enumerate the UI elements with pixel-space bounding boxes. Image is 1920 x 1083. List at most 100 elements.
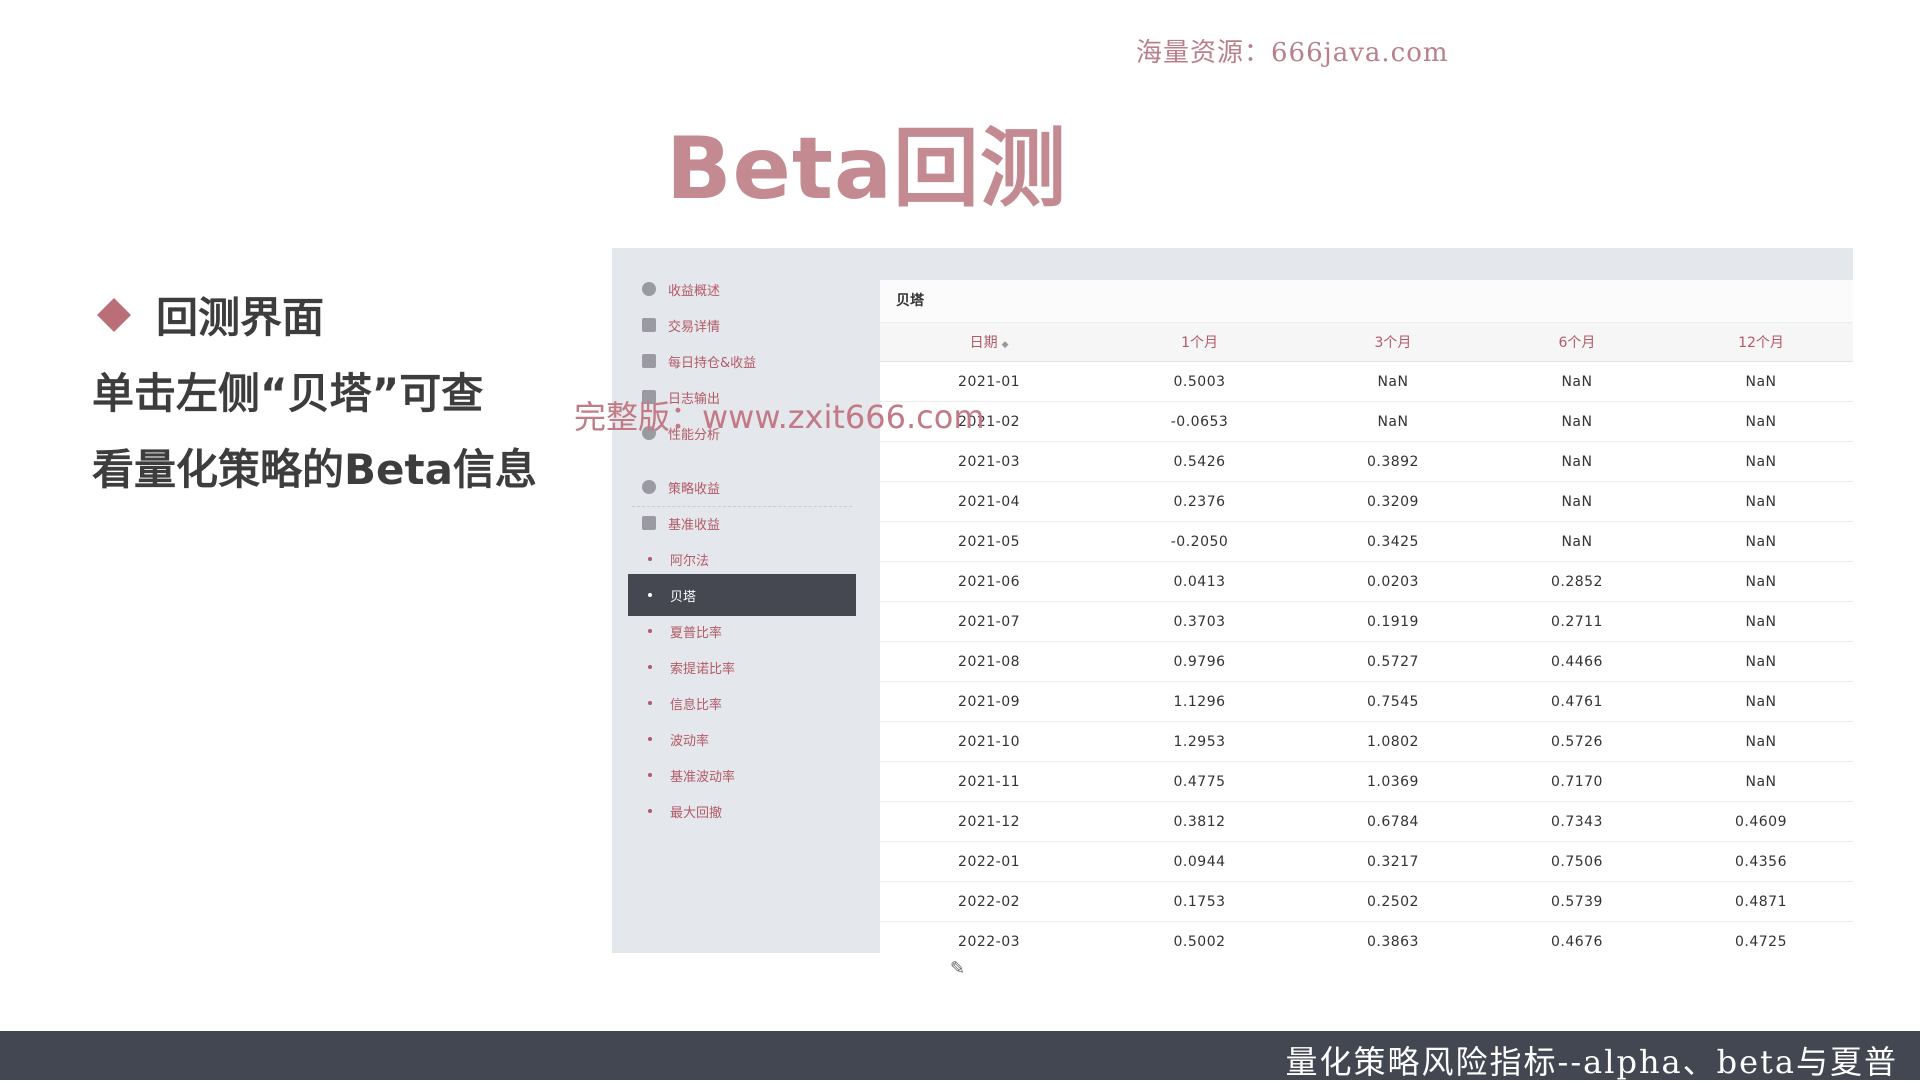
overlay-watermark: 完整版：www.zxit666.com bbox=[574, 398, 985, 436]
table-cell: NaN bbox=[1668, 761, 1853, 802]
table-cell: 0.3425 bbox=[1300, 521, 1485, 562]
bullet-icon bbox=[648, 701, 652, 705]
sidebar-item-label: 最大回撤 bbox=[670, 805, 723, 821]
diamond-bullet-icon bbox=[97, 297, 131, 332]
sidebar-item-label: 收益概述 bbox=[668, 283, 721, 299]
table-cell: 0.4871 bbox=[1668, 881, 1853, 922]
table-cell: 0.2376 bbox=[1098, 481, 1301, 522]
table-cell: 1.1296 bbox=[1098, 681, 1301, 722]
table-row: 2021-10 1.2953 1.0802 0.5726 NaN bbox=[880, 721, 1853, 762]
bullet-row: 回测界面 bbox=[96, 284, 324, 345]
table-cell: 0.5002 bbox=[1098, 921, 1301, 953]
table-row: 2021-11 0.4775 1.0369 0.7170 NaN bbox=[880, 761, 1853, 802]
pen-cursor-icon: ✎ bbox=[950, 958, 966, 979]
table-row: 2021-09 1.1296 0.7545 0.4761 NaN bbox=[880, 681, 1853, 722]
table-cell: 0.1753 bbox=[1098, 881, 1301, 922]
table-header-row: 日期 ◆ 1个月 3个月 6个月 12个月 bbox=[880, 323, 1853, 362]
table-cell: 1.2953 bbox=[1098, 721, 1301, 762]
bullet-icon bbox=[648, 557, 652, 561]
sidebar-item-label: 波动率 bbox=[670, 733, 710, 749]
table-cell: 2021-12 bbox=[880, 801, 1099, 842]
table-cell: 0.3209 bbox=[1300, 481, 1485, 522]
table-cell: 0.5726 bbox=[1484, 721, 1669, 762]
table-cell: NaN bbox=[1668, 561, 1853, 602]
sidebar-item[interactable]: 最大回撤 bbox=[628, 790, 856, 832]
table-cell: 0.5003 bbox=[1098, 361, 1301, 402]
table-cell: 2022-03 bbox=[880, 921, 1099, 953]
table-cell: 0.6784 bbox=[1300, 801, 1485, 842]
table-row: 2022-01 0.0944 0.3217 0.7506 0.4356 bbox=[880, 841, 1853, 882]
bar-chart-icon bbox=[642, 354, 656, 368]
table-cell: 0.2502 bbox=[1300, 881, 1485, 922]
table-cell: 0.4609 bbox=[1668, 801, 1853, 842]
table-cell: 2021-03 bbox=[880, 441, 1099, 482]
table-cell: 0.9796 bbox=[1098, 641, 1301, 682]
sidebar-item-label: 阿尔法 bbox=[670, 553, 710, 569]
table-cell: NaN bbox=[1484, 401, 1669, 442]
beta-table: 日期 ◆ 1个月 3个月 6个月 12个月 2021-01 0.5003 NaN NaN… bbox=[880, 323, 1853, 953]
column-header-6m: 6个月 bbox=[1484, 323, 1669, 362]
bullet-heading: 回测界面 bbox=[156, 293, 325, 342]
footer-bar: 量化策略风险指标--alpha、beta与夏普 bbox=[0, 1031, 1920, 1081]
sidebar-item-label: 贝塔 bbox=[670, 589, 697, 605]
table-cell: 0.3703 bbox=[1098, 601, 1301, 642]
table-cell: 0.4676 bbox=[1484, 921, 1669, 953]
table-cell: NaN bbox=[1300, 401, 1485, 442]
bullet-icon bbox=[648, 593, 652, 597]
description-line: 单击左侧“贝塔”可查 bbox=[92, 369, 484, 418]
top-watermark: 海量资源：666java.com bbox=[1136, 38, 1449, 68]
table-cell: 0.0944 bbox=[1098, 841, 1301, 882]
table-cell: NaN bbox=[1668, 721, 1853, 762]
column-header-3m: 3个月 bbox=[1300, 323, 1485, 362]
table-cell: 0.7545 bbox=[1300, 681, 1485, 722]
coins-icon bbox=[642, 282, 656, 296]
column-header-1m: 1个月 bbox=[1098, 323, 1301, 362]
sidebar-item-label: 每日持仓&收益 bbox=[668, 355, 757, 371]
table-cell: NaN bbox=[1668, 401, 1853, 442]
table-cell: 2021-05 bbox=[880, 521, 1099, 562]
table-cell: 0.4356 bbox=[1668, 841, 1853, 882]
table-cell: 1.0369 bbox=[1300, 761, 1485, 802]
table-cell: NaN bbox=[1668, 441, 1853, 482]
table-cell: 2021-08 bbox=[880, 641, 1099, 682]
slide-title: Beta回测 bbox=[666, 119, 1068, 219]
table-cell: 0.3863 bbox=[1300, 921, 1485, 953]
table-cell: 1.0802 bbox=[1300, 721, 1485, 762]
column-header-date[interactable]: 日期 ◆ bbox=[880, 323, 1099, 362]
table-cell: NaN bbox=[1668, 681, 1853, 722]
panel-title: 贝塔 bbox=[880, 280, 1853, 323]
table-cell: 0.2711 bbox=[1484, 601, 1669, 642]
sidebar-item-label: 信息比率 bbox=[670, 697, 723, 713]
table-cell: 0.0203 bbox=[1300, 561, 1485, 602]
table-cell: NaN bbox=[1668, 481, 1853, 522]
table-row: 2021-05 -0.2050 0.3425 NaN NaN bbox=[880, 521, 1853, 562]
table-cell: NaN bbox=[1484, 481, 1669, 522]
table-row: 2021-12 0.3812 0.6784 0.7343 0.4609 bbox=[880, 801, 1853, 842]
table-cell: 0.5727 bbox=[1300, 641, 1485, 682]
table-cell: -0.2050 bbox=[1098, 521, 1301, 562]
sidebar-item-label: 夏普比率 bbox=[670, 625, 723, 641]
table-row: 2021-08 0.9796 0.5727 0.4466 NaN bbox=[880, 641, 1853, 682]
sidebar-item-label: 交易详情 bbox=[668, 319, 721, 335]
bullet-icon bbox=[648, 809, 652, 813]
table-cell: 0.4466 bbox=[1484, 641, 1669, 682]
table-cell: NaN bbox=[1668, 521, 1853, 562]
table-cell: 2021-09 bbox=[880, 681, 1099, 722]
bullet-icon bbox=[648, 665, 652, 669]
table-cell: NaN bbox=[1484, 441, 1669, 482]
table-cell: 0.7343 bbox=[1484, 801, 1669, 842]
table-cell: 0.4761 bbox=[1484, 681, 1669, 722]
sidebar-item-label: 索提诺比率 bbox=[670, 661, 736, 677]
table-cell: 0.5739 bbox=[1484, 881, 1669, 922]
table-row: 2022-02 0.1753 0.2502 0.5739 0.4871 bbox=[880, 881, 1853, 922]
table-cell: 0.1919 bbox=[1300, 601, 1485, 642]
table-cell: 0.3812 bbox=[1098, 801, 1301, 842]
table-cell: 0.5426 bbox=[1098, 441, 1301, 482]
sort-icon[interactable]: ◆ bbox=[1002, 340, 1009, 350]
table-row: 2021-02 -0.0653 NaN NaN NaN bbox=[880, 401, 1853, 442]
table-row: 2021-01 0.5003 NaN NaN NaN bbox=[880, 361, 1853, 402]
table-cell: 0.3217 bbox=[1300, 841, 1485, 882]
table-cell: NaN bbox=[1300, 361, 1485, 402]
table-cell: 2021-06 bbox=[880, 561, 1099, 602]
table-cell: 0.0413 bbox=[1098, 561, 1301, 602]
